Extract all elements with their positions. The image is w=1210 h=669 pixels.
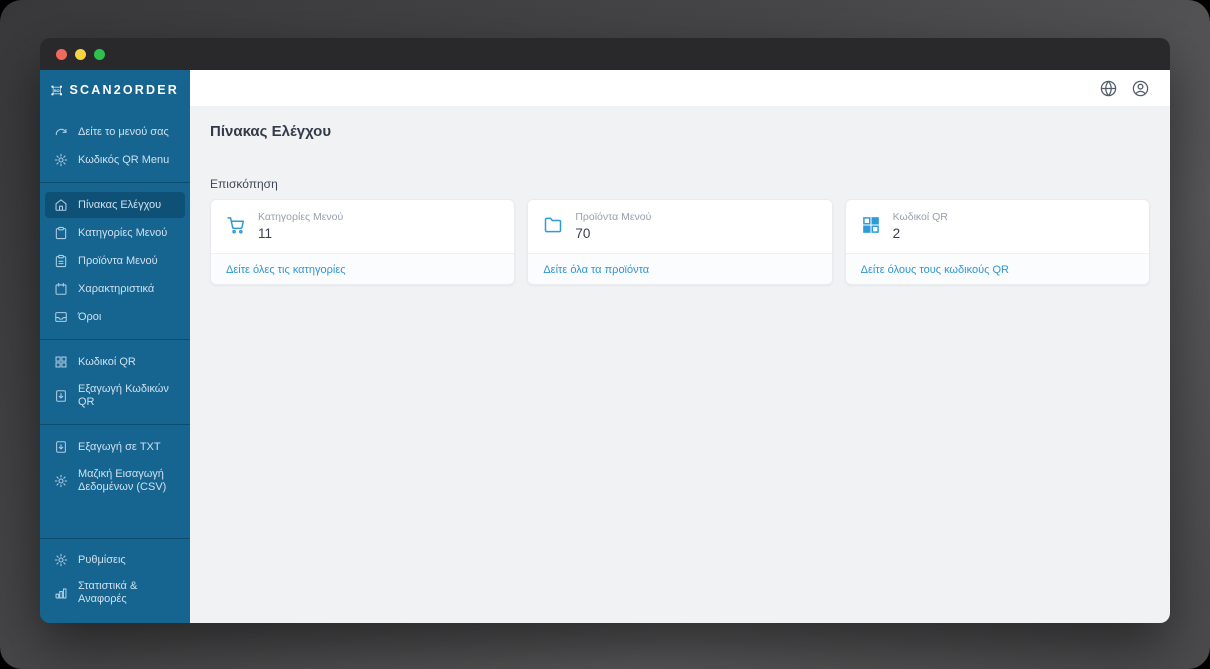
sidebar-item-qr-codes[interactable]: Κωδικοί QR — [45, 349, 185, 375]
sidebar-item-label: Ρυθμίσεις — [78, 553, 126, 566]
cart-icon — [226, 215, 246, 235]
sidebar-item-stats-reports[interactable]: Στατιστικά & Αναφορές — [45, 574, 185, 612]
svg-text:SO: SO — [54, 88, 60, 93]
sidebar-item-menu-products[interactable]: Προϊόντα Μενού — [45, 248, 185, 274]
file-download-icon — [54, 389, 68, 403]
sidebar-item-label: Χαρακτηριστικά — [78, 282, 155, 295]
grid-icon — [54, 355, 68, 369]
page-content: Πίνακας Ελέγχου Επισκόπηση Κατηγορίες Με… — [190, 106, 1170, 623]
qr-logo-icon: SO — [51, 85, 63, 95]
card-label: Κωδικοί QR — [892, 211, 948, 223]
sidebar-item-view-menu[interactable]: Δείτε το μενού σας — [45, 119, 185, 145]
inbox-icon — [54, 310, 68, 324]
sidebar-item-menu-categories[interactable]: Κατηγορίες Μενού — [45, 220, 185, 246]
sidebar-item-label: Εξαγωγή Κωδικών QR — [78, 383, 169, 408]
brand-logo: SO SCAN2ORDER — [40, 70, 190, 110]
gear-icon — [54, 153, 68, 167]
sidebar-item-label: Όροι — [78, 310, 102, 323]
card-label: Κατηγορίες Μενού — [258, 211, 344, 223]
card-label: Προϊόντα Μενού — [575, 211, 652, 223]
sidebar-item-bulk-import-csv[interactable]: Μαζική Εισαγωγή Δεδομένων (CSV) — [45, 462, 185, 500]
card-qr-codes: Κωδικοί QR 2 Δείτε όλους τους κωδικούς Q… — [844, 199, 1150, 285]
qr-grid-icon — [861, 215, 881, 235]
card-value: 11 — [258, 226, 273, 241]
calendar-icon — [54, 282, 68, 296]
card-value: 2 — [892, 226, 901, 241]
card-menu-categories: Κατηγορίες Μενού 11 Δείτε όλες τις κατηγ… — [210, 199, 516, 285]
clipboard-list-icon — [54, 254, 68, 268]
globe-icon[interactable] — [1099, 79, 1118, 98]
brand-name: SCAN2ORDER — [69, 83, 179, 97]
top-header-bar — [190, 70, 1170, 106]
sidebar-item-settings[interactable]: Ρυθμίσεις — [45, 547, 185, 573]
clipboard-icon — [54, 226, 68, 240]
sidebar-item-label: Στατιστικά & Αναφορές — [78, 580, 138, 605]
bar-chart-icon — [54, 586, 68, 600]
desktop-background: SO SCAN2ORDER Δείτε το μενού σας Κωδικός… — [0, 0, 1210, 669]
sidebar-divider — [40, 182, 190, 183]
folder-icon — [543, 215, 563, 235]
home-icon — [54, 198, 68, 212]
close-window-button[interactable] — [56, 48, 67, 60]
account-icon[interactable] — [1131, 79, 1150, 98]
sidebar-item-label: Κατηγορίες Μενού — [78, 226, 168, 239]
overview-cards: Κατηγορίες Μενού 11 Δείτε όλες τις κατηγ… — [210, 199, 1150, 285]
card-menu-products: Προϊόντα Μενού 70 Δείτε όλα τα προϊόντα — [527, 199, 833, 285]
sidebar-item-export-qr[interactable]: Εξαγωγή Κωδικών QR — [45, 377, 185, 415]
sidebar-divider — [40, 424, 190, 425]
sidebar-divider — [40, 339, 190, 340]
redo-arrow-icon — [54, 125, 68, 139]
sidebar-footer: Ρυθμίσεις Στατιστικά & Αναφορές — [40, 530, 190, 623]
window-titlebar — [40, 38, 1170, 70]
sidebar-item-qr-menu[interactable]: Κωδικός QR Menu — [45, 147, 185, 173]
maximize-window-button[interactable] — [94, 48, 105, 60]
gear-icon — [54, 553, 68, 567]
card-value: 70 — [575, 226, 591, 241]
page-title: Πίνακας Ελέγχου — [210, 123, 332, 140]
sidebar-item-label: Πίνακας Ελέγχου — [78, 198, 162, 211]
view-all-products-link[interactable]: Δείτε όλα τα προϊόντα — [543, 264, 649, 276]
gear-icon — [54, 474, 68, 488]
sidebar-item-attributes[interactable]: Χαρακτηριστικά — [45, 276, 185, 302]
sidebar-item-label: Προϊόντα Μενού — [78, 254, 158, 267]
sidebar-item-label: Εξαγωγή σε TXT — [78, 440, 161, 453]
sidebar-item-label: Δείτε το μενού σας — [78, 125, 169, 138]
sidebar-item-export-txt[interactable]: Εξαγωγή σε TXT — [45, 434, 185, 460]
sidebar-item-label: Μαζική Εισαγωγή Δεδομένων (CSV) — [78, 468, 167, 493]
main-area: Πίνακας Ελέγχου Επισκόπηση Κατηγορίες Με… — [190, 70, 1170, 623]
sidebar-item-label: Κωδικοί QR — [78, 355, 136, 368]
overview-section-label: Επισκόπηση — [210, 177, 278, 191]
minimize-window-button[interactable] — [75, 48, 86, 60]
sidebar-item-label: Κωδικός QR Menu — [78, 153, 170, 166]
sidebar-item-dashboard[interactable]: Πίνακας Ελέγχου — [45, 192, 185, 218]
sidebar: SO SCAN2ORDER Δείτε το μενού σας Κωδικός… — [40, 70, 190, 623]
view-all-categories-link[interactable]: Δείτε όλες τις κατηγορίες — [226, 264, 346, 276]
sidebar-nav: Δείτε το μενού σας Κωδικός QR Menu Πίνακ… — [40, 110, 190, 623]
sidebar-item-terms[interactable]: Όροι — [45, 304, 185, 330]
app-window: SO SCAN2ORDER Δείτε το μενού σας Κωδικός… — [40, 38, 1170, 623]
sidebar-divider — [40, 538, 190, 539]
view-all-qr-codes-link[interactable]: Δείτε όλους τους κωδικούς QR — [861, 264, 1009, 276]
file-download-icon — [54, 440, 68, 454]
